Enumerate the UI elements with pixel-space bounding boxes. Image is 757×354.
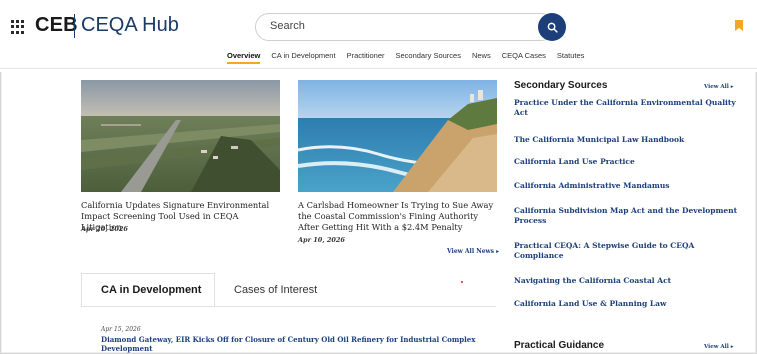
secondary-sources-view-all[interactable]: View All ▸ xyxy=(704,84,734,90)
nav-secondary-sources[interactable]: Secondary Sources xyxy=(396,51,461,64)
practical-guidance-view-all[interactable]: View All ▸ xyxy=(704,344,734,350)
nav-ca-in-development[interactable]: CA in Development xyxy=(271,51,335,64)
tab-ca-in-development[interactable]: CA in Development xyxy=(101,284,201,296)
nav-practitioner[interactable]: Practitioner xyxy=(347,51,385,64)
tab-cases-of-interest[interactable]: Cases of Interest xyxy=(234,284,317,296)
nav-statutes[interactable]: Statutes xyxy=(557,51,585,64)
apps-grid-icon[interactable] xyxy=(11,20,25,34)
header-divider xyxy=(0,68,757,69)
nav-overview[interactable]: Overview xyxy=(227,51,261,64)
search-icon xyxy=(547,22,558,33)
brand-logo[interactable]: CEB xyxy=(35,14,78,37)
practical-guidance-heading: Practical Guidance xyxy=(514,340,605,351)
news-date-1: Apr 20, 2026 xyxy=(81,225,128,233)
secondary-source-item[interactable]: The California Municipal Law Handbook xyxy=(514,135,739,145)
nav-news[interactable]: News xyxy=(472,51,491,64)
top-bar: CEB CEQA Hub Overview CA in Development … xyxy=(0,0,757,72)
development-date: Apr 15, 2026 xyxy=(101,326,141,333)
product-name[interactable]: CEQA Hub xyxy=(81,14,179,37)
brand-divider xyxy=(74,14,75,38)
development-title[interactable]: Diamond Gateway, EIR Kicks Off for Closu… xyxy=(101,335,481,353)
tabs-divider xyxy=(81,306,496,307)
secondary-sources-heading: Secondary Sources xyxy=(514,80,608,91)
nav-ceqa-cases[interactable]: CEQA Cases xyxy=(502,51,546,64)
secondary-source-item[interactable]: Navigating the California Coastal Act xyxy=(514,276,739,286)
news-image-aerial-farmland[interactable] xyxy=(81,80,280,192)
search-box[interactable] xyxy=(255,13,555,41)
main-nav: Overview CA in Development Practitioner … xyxy=(227,51,595,64)
search-button[interactable] xyxy=(538,13,566,41)
secondary-source-item[interactable]: Practical CEQA: A Stepwise Guide to CEQA… xyxy=(514,241,739,261)
secondary-source-item[interactable]: Practice Under the California Environmen… xyxy=(514,98,739,118)
view-all-news-link[interactable]: View All News ▸ xyxy=(447,248,499,255)
secondary-source-item[interactable]: California Land Use & Planning Law xyxy=(514,299,739,309)
secondary-source-item[interactable]: California Land Use Practice xyxy=(514,157,739,167)
news-title-2[interactable]: A Carlsbad Homeowner Is Trying to Sue Aw… xyxy=(298,200,498,233)
bookmark-icon[interactable] xyxy=(735,20,743,31)
news-date-2: Apr 10, 2026 xyxy=(298,236,345,244)
secondary-source-item[interactable]: California Subdivision Map Act and the D… xyxy=(514,206,739,226)
red-dot-marker xyxy=(461,281,463,283)
secondary-source-item[interactable]: California Administrative Mandamus xyxy=(514,181,739,191)
news-image-coastline[interactable] xyxy=(298,80,497,192)
search-input[interactable] xyxy=(270,20,520,32)
